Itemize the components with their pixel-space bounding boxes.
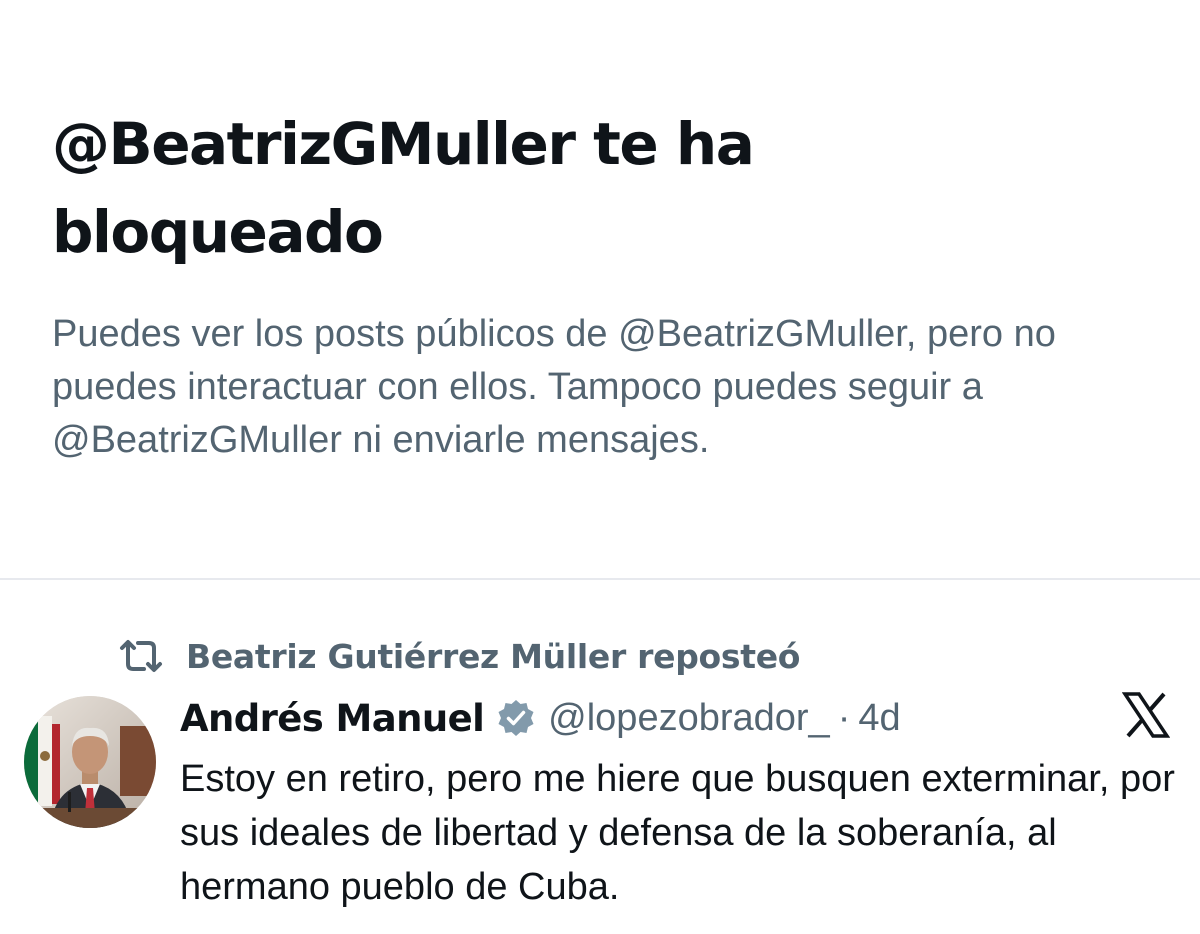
tweet-timestamp[interactable]: 4d <box>858 697 900 740</box>
verified-badge-icon <box>496 698 536 738</box>
author-handle[interactable]: @lopezobrador_ <box>548 697 830 740</box>
tweet-header: Andrés Manuel @lopezobrador_ · 4d <box>180 690 901 746</box>
blocked-title: @BeatrizGMuller te ha bloqueado <box>52 110 755 266</box>
separator-dot: · <box>837 696 851 739</box>
repost-icon <box>118 636 164 676</box>
avatar[interactable] <box>24 696 156 828</box>
blocked-description: Puedes ver los posts públicos de @Beatri… <box>52 313 1056 461</box>
repost-context[interactable]: Beatriz Gutiérrez Müller reposteó <box>118 632 800 680</box>
blocked-notice: @BeatrizGMuller te ha bloqueado Puedes v… <box>0 0 1200 578</box>
divider <box>0 578 1200 580</box>
author-name[interactable]: Andrés Manuel <box>180 697 485 740</box>
repost-label: Beatriz Gutiérrez Müller reposteó <box>186 636 801 676</box>
tweet-text: Estoy en retiro, pero me hiere que busqu… <box>180 758 1175 908</box>
x-logo-icon <box>1121 692 1171 738</box>
